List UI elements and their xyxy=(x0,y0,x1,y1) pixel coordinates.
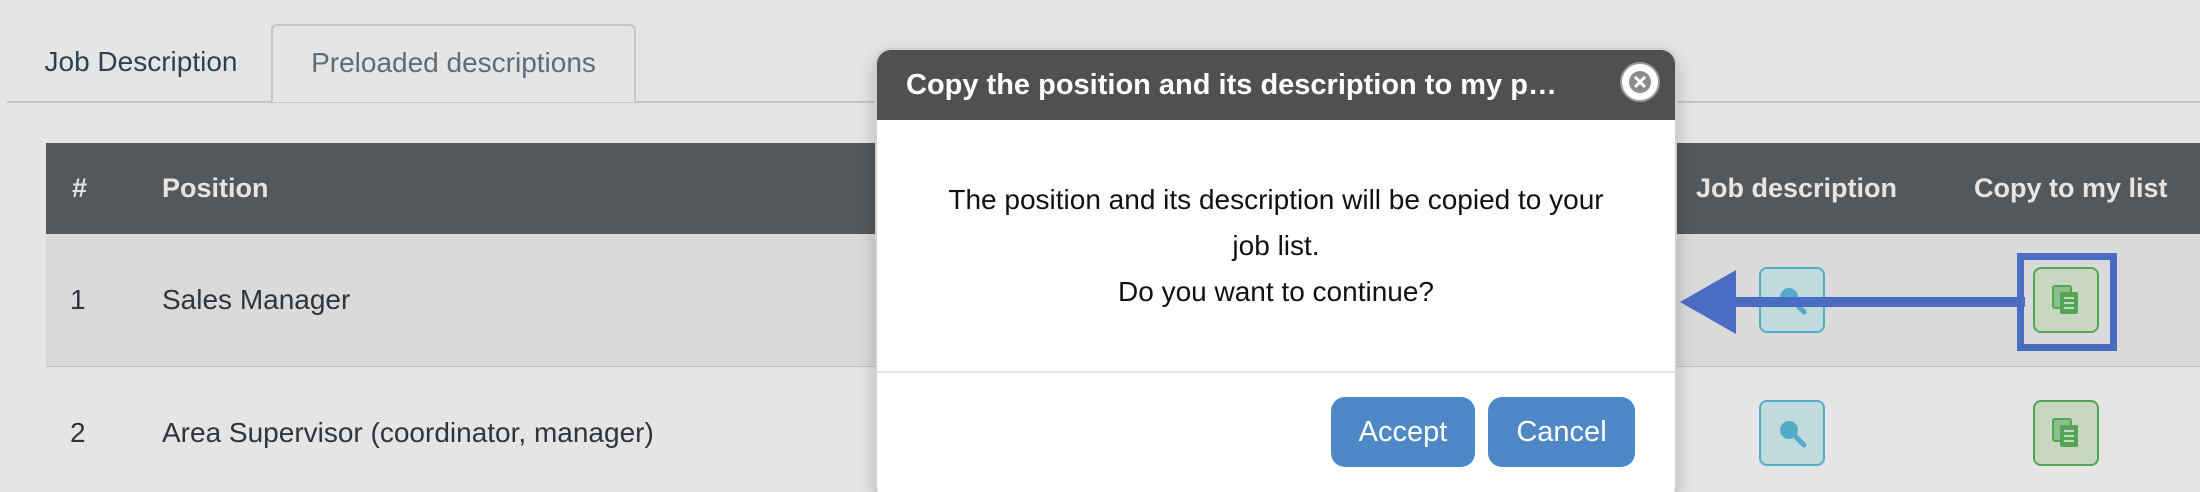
close-icon xyxy=(1629,71,1651,93)
dialog-title: Copy the position and its description to… xyxy=(906,68,1566,101)
close-button[interactable] xyxy=(1620,62,1660,102)
dialog-header: Copy the position and its description to… xyxy=(877,50,1675,120)
annotation-arrow-icon xyxy=(1680,270,2025,334)
dialog-message: The position and its description will be… xyxy=(948,183,1604,261)
cancel-button[interactable]: Cancel xyxy=(1488,397,1635,467)
dialog-footer: Accept Cancel xyxy=(877,373,1675,492)
annotation-highlight xyxy=(2017,253,2117,351)
accept-button[interactable]: Accept xyxy=(1331,397,1475,467)
dialog-question: Do you want to continue? xyxy=(1118,275,1434,307)
dialog-body: The position and its description will be… xyxy=(877,120,1675,373)
confirm-dialog: Copy the position and its description to… xyxy=(877,50,1675,492)
page: Job Description Preloaded descriptions #… xyxy=(0,0,2200,492)
